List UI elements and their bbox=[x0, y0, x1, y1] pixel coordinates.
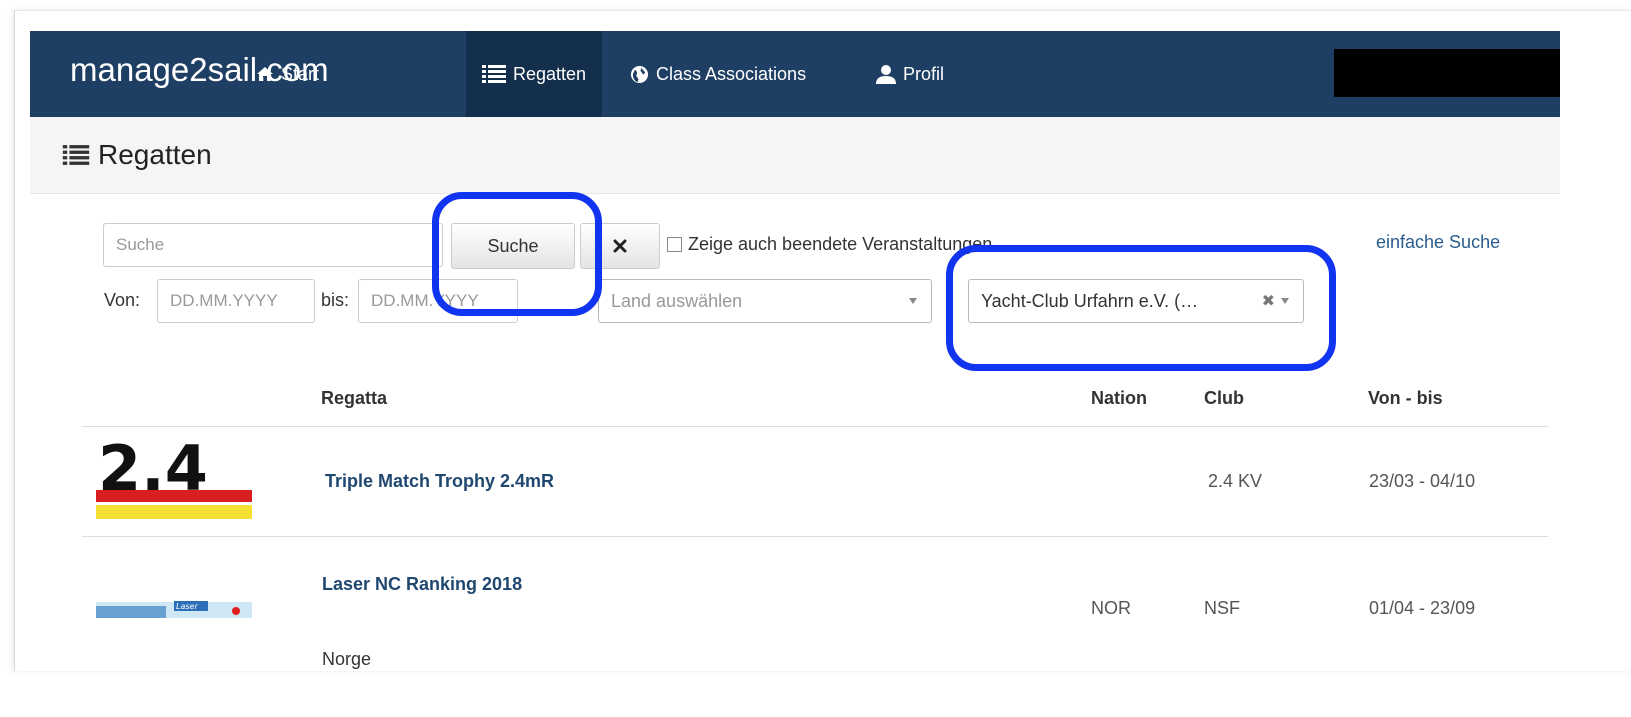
column-header-regatta[interactable]: Regatta bbox=[321, 388, 387, 409]
clear-search-button[interactable] bbox=[580, 223, 660, 269]
page-header: Regatten bbox=[30, 117, 1560, 194]
close-icon bbox=[613, 239, 627, 253]
regatta-logo-2-4: 2.4 bbox=[96, 442, 252, 519]
nav-item-label: Class Associations bbox=[656, 63, 807, 84]
nation-cell: NOR bbox=[1091, 598, 1131, 618]
column-header-club[interactable]: Club bbox=[1204, 388, 1244, 409]
top-navbar: manage2sail.com Start Regatten Class Ass… bbox=[30, 31, 1560, 117]
nav-item-regatten[interactable]: Regatten bbox=[466, 31, 603, 117]
globe-icon bbox=[630, 65, 649, 83]
checkbox-box[interactable] bbox=[667, 237, 682, 252]
nav-item-class-associations[interactable]: Class Associations bbox=[630, 31, 806, 117]
club-cell: NSF bbox=[1204, 598, 1240, 618]
from-date-input[interactable]: DD.MM.YYYY bbox=[157, 279, 315, 323]
table-divider bbox=[82, 426, 1548, 427]
nav-item-label: Start bbox=[281, 63, 320, 84]
regatta-country: Norge bbox=[322, 649, 372, 669]
search-button[interactable]: Suche bbox=[451, 223, 575, 269]
chevron-down-icon bbox=[909, 298, 917, 304]
club-select[interactable]: Yacht-Club Urfahrn e.V. (… ✖ bbox=[968, 279, 1304, 323]
dates-cell: 23/03 - 04/10 bbox=[1369, 471, 1476, 491]
nav-item-profil[interactable]: Profil bbox=[876, 31, 944, 117]
country-select[interactable]: Land auswählen bbox=[598, 279, 932, 323]
country-select-placeholder: Land auswählen bbox=[611, 290, 743, 311]
list-icon bbox=[482, 65, 506, 83]
column-header-dates[interactable]: Von - bis bbox=[1368, 388, 1443, 409]
regatta-name-link[interactable]: Laser NC Ranking 2018 bbox=[322, 574, 522, 595]
nav-item-start[interactable]: Start bbox=[250, 31, 325, 117]
dates-cell: 01/04 - 23/09 bbox=[1369, 598, 1476, 618]
table-divider bbox=[82, 536, 1548, 537]
home-icon bbox=[257, 67, 273, 81]
user-icon bbox=[876, 64, 896, 84]
logo-text-laser: Laser bbox=[176, 602, 198, 611]
from-date-placeholder: DD.MM.YYYY bbox=[170, 291, 278, 310]
regatta-name-link[interactable]: Triple Match Trophy 2.4mR bbox=[325, 471, 554, 492]
nav-item-label: Profil bbox=[903, 63, 945, 84]
checkbox-label: Zeige auch beendete Veranstaltungen bbox=[688, 234, 993, 254]
chevron-down-icon bbox=[1281, 298, 1289, 304]
search-button-label: Suche bbox=[487, 235, 539, 256]
page-title: Regatten bbox=[62, 139, 212, 171]
search-input-placeholder: Suche bbox=[116, 235, 165, 254]
redacted-user-area bbox=[1334, 49, 1560, 97]
to-date-placeholder: DD.MM.YYYY bbox=[371, 291, 479, 310]
from-label: Von: bbox=[104, 290, 141, 310]
column-header-nation[interactable]: Nation bbox=[1091, 388, 1147, 409]
show-finished-events-checkbox[interactable]: Zeige auch beendete Veranstaltungen bbox=[667, 234, 992, 255]
search-input[interactable]: Suche bbox=[103, 223, 443, 267]
club-cell: 2.4 KV bbox=[1208, 471, 1263, 491]
clear-selection-icon[interactable]: ✖ bbox=[1262, 291, 1275, 311]
to-date-input[interactable]: DD.MM.YYYY bbox=[358, 279, 518, 323]
page-title-text: Regatten bbox=[98, 139, 212, 170]
list-icon bbox=[62, 145, 90, 165]
simple-search-link[interactable]: einfache Suche bbox=[1376, 232, 1500, 253]
to-label: bis: bbox=[321, 290, 350, 310]
club-select-value: Yacht-Club Urfahrn e.V. (… bbox=[981, 290, 1199, 311]
regatta-logo-laser: Laser bbox=[96, 601, 252, 618]
nav-item-label: Regatten bbox=[513, 63, 587, 84]
